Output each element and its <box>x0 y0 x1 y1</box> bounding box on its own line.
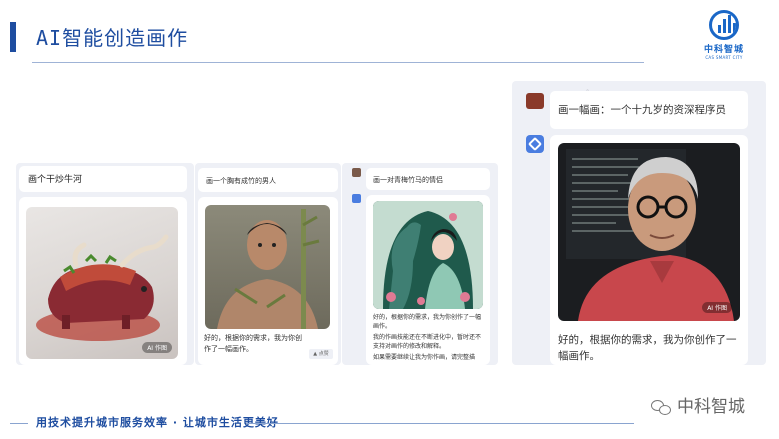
ai-generated-tag: AI 作图 <box>702 302 732 313</box>
beef-noodle-bull-image[interactable]: AI 作图 <box>26 207 178 359</box>
title-divider <box>32 62 644 63</box>
assistant-reply: 好的，根据你的需求，我为你创作了一幅画作。 <box>204 334 302 353</box>
wechat-account-name: 中科智城 <box>677 397 745 417</box>
user-avatar <box>526 93 544 109</box>
assistant-avatar <box>526 135 544 153</box>
reply-line-2: 我的作画技能还在不断进化中，暂时还不支持对画作的修改和解释。 <box>373 334 482 350</box>
thumbs-up-icon: ▲ <box>313 351 318 357</box>
assistant-reply: 好的，根据你的需求，我为你创作了一幅画作。 我的作画技能还在不断进化中，暂时还不… <box>373 313 485 362</box>
chat-panel-3: 画一对青梅竹马的情侣 好的，根据你的需求，我为你创作了一幅画作。 我的作画技能还… <box>342 163 498 365</box>
footer-divider-left <box>10 423 28 424</box>
wechat-icon <box>651 398 673 416</box>
like-label: 点赞 <box>318 351 329 357</box>
footer-divider-right <box>246 423 634 424</box>
user-avatar <box>352 168 361 177</box>
reply-line-3: 如果需要继续让我为你作画，请完整描 <box>373 354 476 361</box>
logo-name: 中科智城 <box>703 45 744 55</box>
prompt-text: 画一对青梅竹马的情侣 <box>373 176 443 184</box>
company-logo: 中科智城 CAS SMART CITY <box>696 10 752 62</box>
like-button[interactable]: ▲ 点赞 <box>309 349 333 359</box>
ai-generated-tag: AI 作图 <box>142 342 172 353</box>
chat-panel-1: 画个干炒牛河 AI 作图 <box>16 163 194 365</box>
title-accent-bar <box>10 22 16 52</box>
assistant-reply: 好的，根据你的需求，我为你创作了一幅画作。 <box>558 334 737 362</box>
chat-panel-2: 画一个胸有成竹的男人 好的，根据你的需求，我为你创作了一幅画作。 ▲ 点赞 <box>195 163 341 365</box>
cube-icon <box>527 136 543 152</box>
assistant-avatar <box>352 194 361 203</box>
childhood-sweethearts-image[interactable] <box>373 201 483 309</box>
prompt-text: 画一幅画：一个十九岁的资深程序员 <box>558 104 726 116</box>
chat-panel-4: T391 画一幅画：一个十九岁的资深程序员 AI 作图 好的，根据你 <box>512 81 766 365</box>
reply-line-1: 好的，根据你的需求，我为你创作了一幅画作。 <box>373 314 482 330</box>
confident-man-image[interactable] <box>205 205 330 329</box>
senior-programmer-image[interactable]: AI 作图 <box>558 143 740 321</box>
logo-subtitle: CAS SMART CITY <box>705 55 743 60</box>
prompt-text: 画个干炒牛河 <box>28 175 83 185</box>
wechat-account: 中科智城 <box>651 392 745 417</box>
page-title: AI智能创造画作 <box>36 26 189 50</box>
prompt-text: 画一个胸有成竹的男人 <box>206 177 276 185</box>
city-logo-icon <box>709 10 739 40</box>
footer-slogan: 用技术提升城市服务效率 · 让城市生活更美好 <box>36 416 279 429</box>
